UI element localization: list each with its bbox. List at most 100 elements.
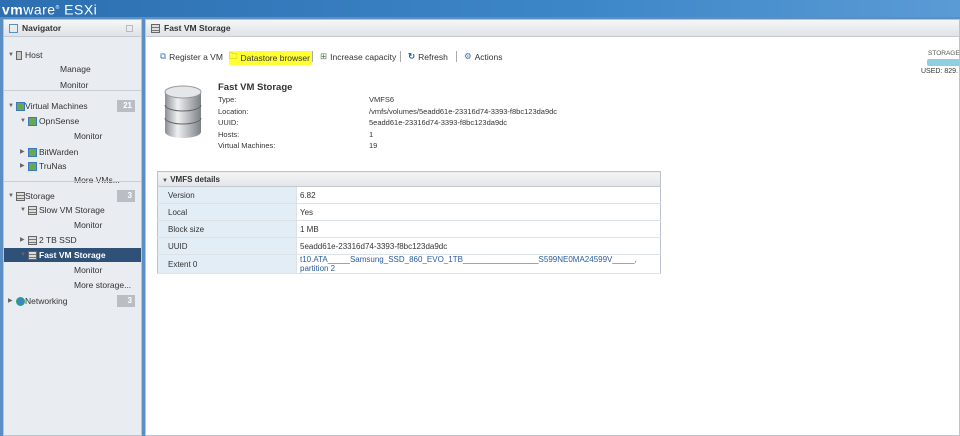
- register-vm-label: Register a VM: [169, 51, 223, 62]
- register-vm-icon: ⧉: [160, 51, 167, 61]
- nav-item-networking[interactable]: ▶ Networking 3: [4, 294, 141, 308]
- nav-item-label: Slow VM Storage: [39, 205, 105, 215]
- vmfs-details-header[interactable]: ▼ VMFS details: [157, 171, 661, 187]
- nav-item-2-tb-ssd[interactable]: ▶ 2 TB SSD: [4, 233, 141, 247]
- navigator-panel: Navigator ▼ Host Manage Monitor ▼ Virtual Mac…: [3, 19, 142, 436]
- actions-button[interactable]: ⚙ Actions: [464, 51, 503, 62]
- expand-down-icon[interactable]: ▼: [8, 99, 14, 113]
- navigator-icon: [9, 23, 18, 33]
- vm-icon: [28, 162, 37, 171]
- nav-item-label: Monitor: [74, 265, 103, 275]
- summary-label: UUID:: [218, 118, 239, 127]
- nav-item-label: Manage: [60, 64, 91, 74]
- collapse-icon[interactable]: [126, 25, 133, 32]
- nav-item-label: BitWarden: [39, 147, 79, 157]
- summary-value: 5eadd61e-23316d74-3393-f8bc123da9dc: [369, 118, 508, 127]
- datastore-icon: [28, 251, 37, 260]
- nav-item-monitor[interactable]: Monitor: [4, 218, 141, 232]
- vm-icon: [16, 102, 25, 111]
- nav-item-label: Virtual Machines: [25, 101, 88, 111]
- datastore-icon: [16, 192, 25, 201]
- toolbar-divider: [312, 51, 313, 62]
- datastore-icon: [28, 206, 37, 215]
- nav-item-more-vms[interactable]: More VMs...: [4, 173, 141, 187]
- vmfs-details-table: ▼ VMFS details Version 6.82 Local Yes Block …: [157, 171, 661, 274]
- navigator-header: Navigator: [4, 20, 141, 37]
- nav-item-monitor[interactable]: Monitor: [4, 129, 141, 143]
- vmfs-details-title: VMFS details: [170, 174, 220, 184]
- nav-item-label: Storage: [25, 191, 55, 201]
- folder-search-icon: 🗀: [229, 51, 238, 61]
- nav-item-label: OpnSense: [39, 116, 80, 126]
- nav-item-label: Fast VM Storage: [39, 250, 106, 260]
- table-row: Extent 0 t10.ATA_____Samsung_SSD_860_EVO_…: [157, 254, 661, 274]
- increase-capacity-button[interactable]: ⊞ Increase capacity: [320, 51, 396, 62]
- property-name: Local: [157, 203, 297, 221]
- nav-item-slow-vm-storage[interactable]: ▼ Slow VM Storage: [4, 203, 141, 217]
- count-badge: 21: [117, 100, 135, 112]
- nav-item-trunas[interactable]: ▶ TruNas: [4, 159, 141, 173]
- nav-item-label: Monitor: [74, 131, 103, 141]
- nav-item-more-storage[interactable]: More storage...: [4, 278, 141, 292]
- nav-item-label: More VMs...: [74, 175, 120, 185]
- summary-label: Type:: [218, 95, 237, 104]
- table-row: Version 6.82: [157, 186, 661, 204]
- summary-label: Virtual Machines:: [218, 141, 276, 150]
- refresh-icon: ↻: [408, 51, 416, 61]
- summary-value: 1: [369, 129, 374, 139]
- nav-item-fast-vm-storage[interactable]: ▼ Fast VM Storage: [4, 248, 141, 262]
- expand-down-icon[interactable]: ▼: [20, 114, 26, 128]
- vm-icon: [28, 148, 37, 157]
- storage-meter-bar: [927, 59, 960, 66]
- collapse-arrow-icon: ▼: [162, 177, 168, 184]
- storage-used-label: USED: 829.: [921, 68, 958, 75]
- datastore-large-icon: [164, 85, 202, 138]
- toolbar-divider: [456, 51, 457, 62]
- nav-item-bitwarden[interactable]: ▶ BitWarden: [4, 145, 141, 159]
- expand-down-icon[interactable]: ▼: [20, 248, 26, 262]
- datastore-icon: [151, 23, 160, 33]
- expand-down-icon[interactable]: ▼: [8, 189, 14, 203]
- expand-down-icon[interactable]: ▼: [8, 48, 14, 62]
- main-header: Fast VM Storage: [146, 20, 959, 37]
- property-name: Version: [157, 186, 297, 204]
- nav-item-host[interactable]: ▼ Host: [4, 48, 141, 62]
- register-vm-button[interactable]: ⧉ Register a VM: [160, 51, 223, 62]
- table-row: Local Yes: [157, 203, 661, 221]
- increase-capacity-icon: ⊞: [320, 51, 328, 61]
- top-bar: vmware® ESXi: [0, 0, 960, 18]
- property-name: UUID: [157, 237, 297, 255]
- property-value: 1 MB: [296, 220, 661, 238]
- toolbar-divider: [400, 51, 401, 62]
- expand-right-icon[interactable]: ▶: [20, 233, 25, 247]
- refresh-button[interactable]: ↻ Refresh: [408, 51, 448, 62]
- expand-right-icon[interactable]: ▶: [20, 159, 25, 173]
- nav-item-label: Host: [25, 50, 43, 60]
- count-badge: 3: [117, 295, 135, 307]
- nav-divider: [4, 181, 141, 182]
- nav-item-label: Monitor: [74, 220, 103, 230]
- nav-item-manage[interactable]: Manage: [4, 62, 141, 76]
- navigator-title: Navigator: [22, 23, 62, 33]
- expand-down-icon[interactable]: ▼: [20, 203, 26, 217]
- summary-label: Location:: [218, 106, 249, 116]
- nav-item-monitor[interactable]: Monitor: [4, 263, 141, 277]
- datastore-icon: [28, 236, 37, 245]
- refresh-label: Refresh: [418, 51, 448, 62]
- nav-item-virtual-machines[interactable]: ▼ Virtual Machines 21: [4, 99, 141, 113]
- nav-divider: [4, 90, 141, 91]
- summary-value: /vmfs/volumes/5eadd61e-23316d74-3393-f8b…: [369, 106, 558, 116]
- nav-item-opnsense[interactable]: ▼ OpnSense: [4, 114, 141, 128]
- expand-right-icon[interactable]: ▶: [8, 294, 13, 308]
- storage-meter-label: STORAGE: [928, 50, 960, 57]
- property-name: Extent 0: [157, 254, 297, 274]
- nav-item-storage[interactable]: ▼ Storage 3: [4, 189, 141, 203]
- expand-right-icon[interactable]: ▶: [20, 145, 25, 159]
- network-icon: [16, 297, 25, 306]
- property-value[interactable]: t10.ATA_____Samsung_SSD_860_EVO_1TB_____…: [296, 254, 661, 274]
- property-value: 6.82: [296, 186, 661, 204]
- nav-item-label: More storage...: [74, 280, 132, 290]
- increase-capacity-label: Increase capacity: [330, 51, 397, 62]
- table-row: Block size 1 MB: [157, 220, 661, 238]
- datastore-browser-button[interactable]: 🗀 Datastore browser: [229, 51, 312, 65]
